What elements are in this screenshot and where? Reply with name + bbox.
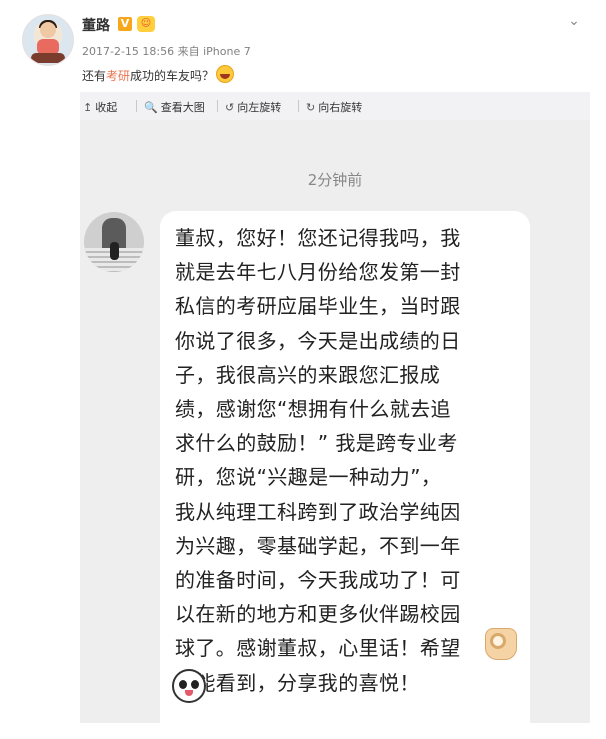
image-toolbar: ↥ 收起 🔍 查看大图 ↺ 向左旋转 ↻ 向右旋转 — [80, 92, 590, 120]
view-large-button[interactable]: 🔍 查看大图 — [144, 99, 205, 115]
verified-badge[interactable]: V — [118, 17, 132, 31]
user-avatar[interactable] — [22, 14, 74, 66]
laughing-emoji-icon — [216, 65, 235, 83]
post-text: 还有考研成功的车友吗？ — [82, 65, 235, 84]
collapse-button[interactable]: ↥ 收起 — [83, 99, 117, 115]
rotate-right-button[interactable]: ↻ 向右旋转 — [306, 99, 362, 115]
panda-icon — [172, 669, 206, 703]
collapse-icon: ↥ — [83, 101, 93, 114]
post-text-before: 还有 — [82, 69, 107, 83]
post-text-after: 成功的车友吗？ — [130, 69, 215, 83]
post-hashtag-link[interactable]: 考研 — [106, 69, 130, 83]
collapse-label: 收起 — [95, 101, 118, 114]
sender-avatar — [84, 212, 144, 272]
ok-hand-icon — [485, 628, 517, 660]
toolbar-divider — [298, 100, 299, 112]
magnifier-icon: 🔍 — [144, 101, 158, 114]
post-meta: 2017-2-15 18:56 来自 iPhone 7 — [82, 45, 251, 58]
panda-eye — [191, 680, 199, 689]
avatar-person — [110, 242, 119, 260]
rotate-left-label: 向左旋转 — [237, 101, 282, 114]
chat-timestamp: 2分钟前 — [307, 171, 363, 189]
rotate-left-button[interactable]: ↺ 向左旋转 — [225, 99, 281, 115]
toolbar-divider — [136, 100, 137, 112]
toolbar-divider — [217, 100, 218, 112]
media-panel: ↥ 收起 🔍 查看大图 ↺ 向左旋转 ↻ 向右旋转 2分钟前 董叔，您好！您还记得我吗，… — [80, 92, 590, 739]
rotate-right-label: 向右旋转 — [318, 101, 363, 114]
chevron-down-icon[interactable]: ⌄ — [566, 13, 582, 29]
rotate-right-icon: ↻ — [306, 101, 316, 114]
avatar-bike — [31, 53, 65, 63]
vip-badge-icon[interactable]: ☺ — [137, 16, 155, 32]
rotate-left-icon: ↺ — [225, 101, 235, 114]
message-text: 董叔，您好！您还记得我吗，我 就是去年七八月份给您发第一封 私信的考研应届毕业生… — [175, 226, 461, 695]
username[interactable]: 董路 — [82, 15, 110, 35]
avatar-face — [40, 22, 56, 38]
message-bubble: 董叔，您好！您还记得我吗，我 就是去年七八月份给您发第一封 私信的考研应届毕业生… — [160, 211, 530, 739]
chat-screenshot-image[interactable]: 2分钟前 董叔，您好！您还记得我吗，我 就是去年七八月份给您发第一封 私信的考研… — [80, 120, 590, 739]
weibo-post-header: 董路 V ☺ 2017-2-15 18:56 来自 iPhone 7 还有考研成… — [0, 0, 606, 92]
view-large-label: 查看大图 — [160, 101, 205, 114]
panda-tongue — [185, 690, 193, 696]
panda-eye — [179, 680, 187, 689]
